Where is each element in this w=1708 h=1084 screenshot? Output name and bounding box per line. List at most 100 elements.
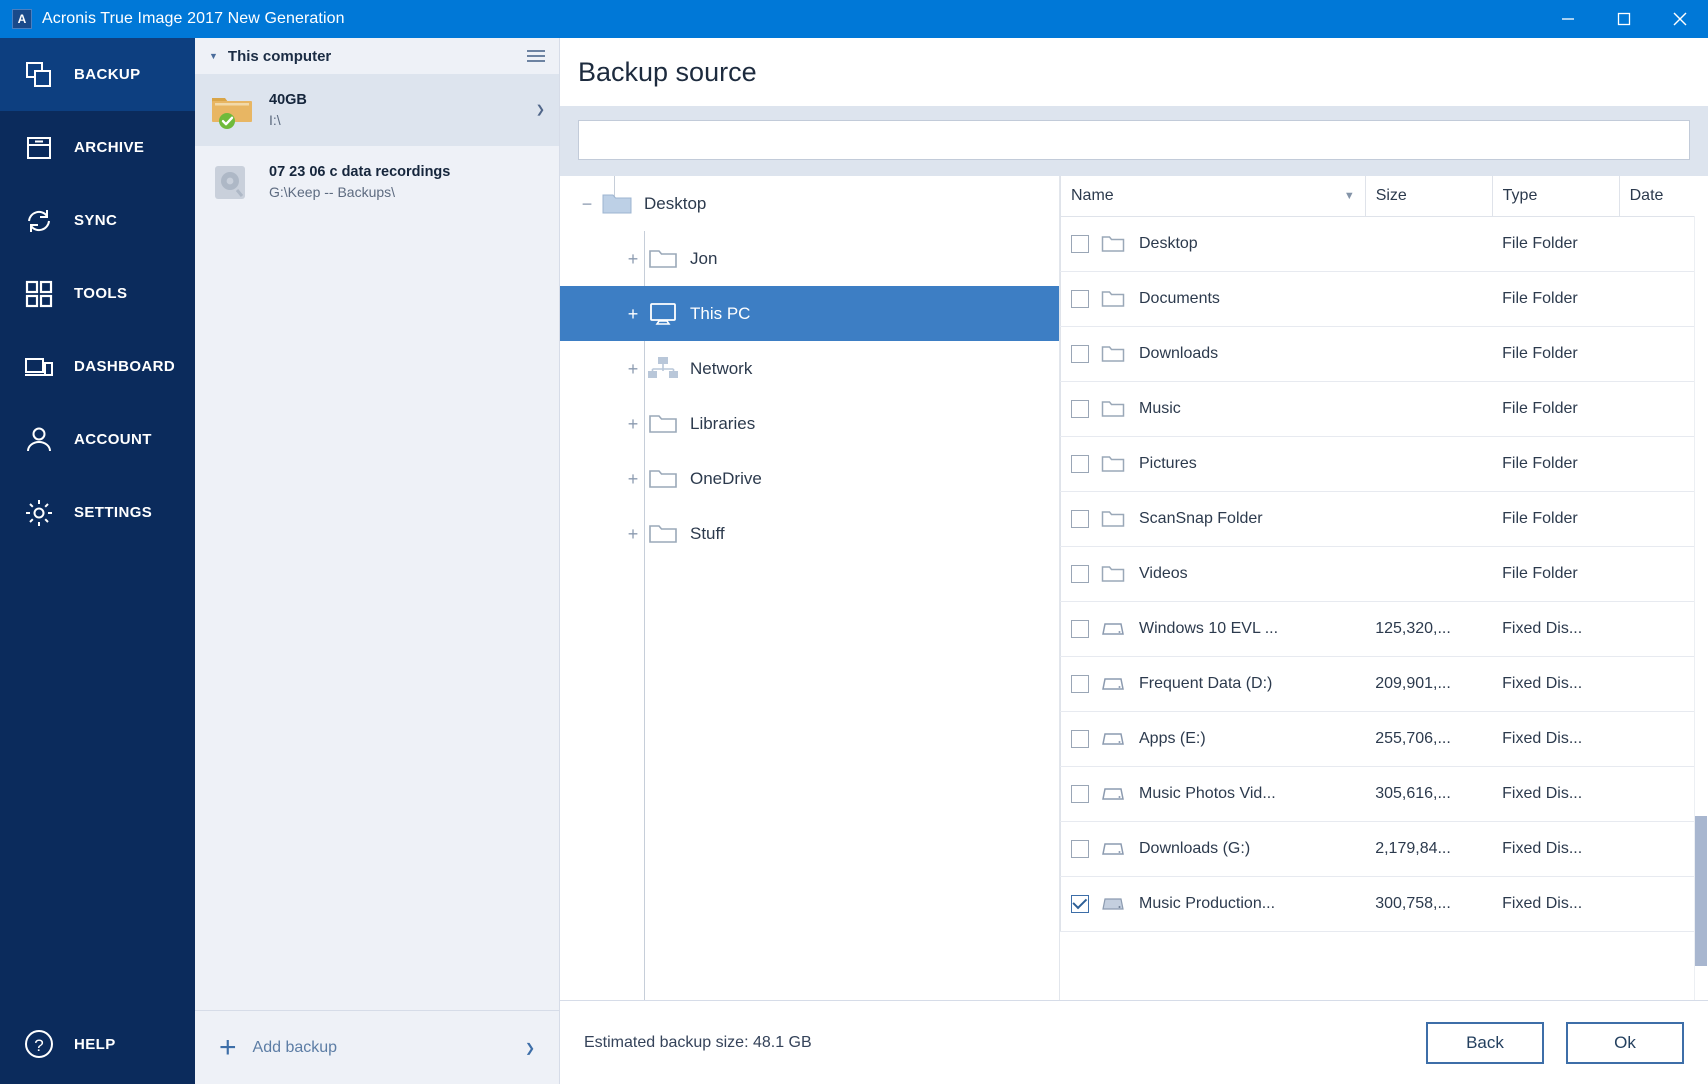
cell-type: File Folder [1492, 491, 1620, 547]
expand-plus-icon[interactable]: + [622, 360, 644, 378]
sidebar-item-backup[interactable]: BACKUP [0, 38, 195, 111]
chevron-down-icon[interactable]: ❯ [525, 1041, 535, 1055]
tree-node-onedrive[interactable]: + OneDrive [560, 451, 1059, 506]
table-row[interactable]: Downloads File Folder [1060, 326, 1708, 382]
tree-node-this-pc[interactable]: + This PC [560, 286, 1059, 341]
row-checkbox[interactable] [1071, 509, 1089, 528]
back-button[interactable]: Back [1426, 1021, 1544, 1064]
backups-list-panel: ▼ This computer 40GB I:\ ❯ 07 23 06 c da… [195, 38, 560, 1084]
table-row[interactable]: Desktop File Folder [1060, 216, 1708, 272]
sidebar-item-tools[interactable]: TOOLS [0, 257, 195, 330]
row-checkbox[interactable] [1071, 289, 1089, 308]
backup-list-item[interactable]: 40GB I:\ ❯ [195, 74, 559, 146]
sidebar-item-settings[interactable]: SETTINGS [0, 476, 195, 549]
close-icon[interactable] [1652, 0, 1708, 38]
scrollbar-thumb[interactable] [1695, 816, 1707, 966]
backups-list-empty-area [195, 218, 559, 1010]
tree-node-network[interactable]: + Network [560, 341, 1059, 396]
disk-icon [1101, 783, 1127, 805]
column-header-type[interactable]: Type [1491, 176, 1620, 217]
row-checkbox[interactable] [1071, 234, 1089, 253]
cell-size: 2,179,84... [1365, 821, 1493, 877]
add-backup-button[interactable]: + Add backup ❯ [195, 1010, 559, 1084]
column-header-name[interactable]: Name ▼ [1060, 176, 1366, 217]
ok-button[interactable]: Ok [1566, 1021, 1684, 1064]
table-row[interactable]: Music Photos Vid... 305,616,... Fixed Dis.… [1060, 766, 1708, 822]
file-list-scroll-area: Name ▼ Size Type Date Desktop File Folde… [1060, 176, 1708, 1000]
expand-plus-icon[interactable]: + [622, 525, 644, 543]
table-row[interactable]: Music Production... 300,758,... Fixed Dis.… [1060, 876, 1708, 932]
row-checkbox[interactable] [1071, 344, 1089, 363]
file-list-header: Name ▼ Size Type Date [1060, 176, 1708, 217]
expand-plus-icon[interactable]: + [622, 305, 644, 323]
folder-outline-icon [1101, 398, 1127, 420]
table-row[interactable]: Apps (E:) 255,706,... Fixed Dis... [1060, 711, 1708, 767]
backup-list-item[interactable]: 07 23 06 c data recordings G:\Keep -- Ba… [195, 146, 559, 218]
expand-plus-icon[interactable]: + [622, 470, 644, 488]
minimize-icon[interactable] [1540, 0, 1596, 38]
name-cell: Music Photos Vid... [1071, 783, 1365, 805]
tree-node-libraries[interactable]: + Libraries [560, 396, 1059, 451]
row-checkbox[interactable] [1071, 454, 1089, 473]
cell-size [1365, 271, 1493, 327]
row-checkbox[interactable] [1071, 729, 1089, 748]
cell-name: Desktop [1060, 216, 1366, 272]
sidebar-item-account[interactable]: ACCOUNT [0, 403, 195, 476]
caret-down-icon[interactable]: ▼ [209, 51, 218, 61]
column-header-label: Type [1502, 186, 1538, 204]
row-checkbox[interactable] [1071, 674, 1089, 693]
maximize-icon[interactable] [1596, 0, 1652, 38]
row-name-label: Documents [1139, 289, 1220, 307]
sidebar-item-help[interactable]: ? HELP [0, 1004, 195, 1084]
grid-squares-icon [22, 277, 56, 311]
table-row[interactable]: Documents File Folder [1060, 271, 1708, 327]
column-header-date[interactable]: Date [1618, 176, 1708, 217]
tree-node-label: This PC [690, 303, 751, 323]
table-row[interactable]: ScanSnap Folder File Folder [1060, 491, 1708, 547]
cell-size [1365, 326, 1493, 382]
sidebar-item-dashboard[interactable]: DASHBOARD [0, 330, 195, 403]
folder-outline-icon [644, 464, 682, 494]
name-cell: Desktop [1071, 233, 1365, 255]
monitor-icon [644, 299, 682, 329]
archive-box-icon [22, 131, 56, 165]
sidebar-item-label: DASHBOARD [74, 358, 176, 375]
tree-node-desktop[interactable]: − Desktop [560, 176, 1059, 231]
cell-size [1365, 436, 1493, 492]
table-row[interactable]: Frequent Data (D:) 209,901,... Fixed Dis..… [1060, 656, 1708, 712]
cell-type: File Folder [1492, 546, 1620, 602]
tree-node-jon[interactable]: + Jon [560, 231, 1059, 286]
row-checkbox[interactable] [1071, 784, 1089, 803]
column-header-size[interactable]: Size [1364, 176, 1493, 217]
row-checkbox[interactable] [1071, 619, 1089, 638]
collapse-minus-icon[interactable]: − [576, 195, 598, 213]
table-row[interactable]: Pictures File Folder [1060, 436, 1708, 492]
disk-icon [1101, 673, 1127, 695]
chevron-down-icon[interactable]: ❯ [536, 103, 545, 116]
cell-size [1365, 546, 1493, 602]
expand-plus-icon[interactable]: + [622, 250, 644, 268]
row-name-label: Apps (E:) [1139, 729, 1206, 747]
search-input[interactable] [578, 120, 1690, 160]
network-icon [644, 354, 682, 384]
table-row[interactable]: Videos File Folder [1060, 546, 1708, 602]
table-row[interactable]: Downloads (G:) 2,179,84... Fixed Dis... [1060, 821, 1708, 877]
name-cell: Music Production... [1071, 893, 1365, 915]
row-name-label: Windows 10 EVL ... [1139, 619, 1279, 637]
row-checkbox[interactable] [1071, 894, 1089, 913]
table-row[interactable]: Music File Folder [1060, 381, 1708, 437]
footer-bar: Estimated backup size: 48.1 GB Back Ok [560, 1000, 1708, 1084]
table-row[interactable]: Windows 10 EVL ... 125,320,... Fixed Dis..… [1060, 601, 1708, 657]
expand-plus-icon[interactable]: + [622, 415, 644, 433]
hamburger-icon[interactable] [527, 50, 545, 62]
row-name-label: Downloads [1139, 344, 1219, 362]
row-checkbox[interactable] [1071, 399, 1089, 418]
file-list-scrollbar[interactable] [1694, 216, 1708, 1000]
sidebar-item-archive[interactable]: ARCHIVE [0, 111, 195, 184]
sidebar-item-sync[interactable]: SYNC [0, 184, 195, 257]
row-checkbox[interactable] [1071, 839, 1089, 858]
chevron-down-icon[interactable]: ▼ [1344, 190, 1355, 202]
tree-node-stuff[interactable]: + Stuff [560, 506, 1059, 561]
row-name-label: Music [1139, 399, 1181, 417]
row-checkbox[interactable] [1071, 564, 1089, 583]
